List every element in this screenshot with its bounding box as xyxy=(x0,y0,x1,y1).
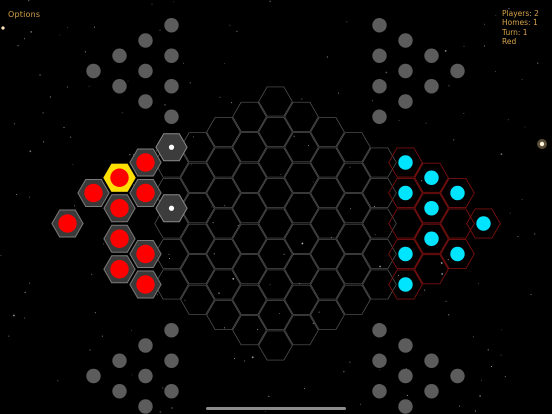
red-piece[interactable] xyxy=(84,183,103,203)
empty-home-slot[interactable] xyxy=(138,33,153,48)
game-board[interactable] xyxy=(0,0,552,414)
cyan-piece[interactable] xyxy=(476,216,491,231)
empty-home-slot[interactable] xyxy=(112,79,127,94)
empty-home-slot[interactable] xyxy=(164,109,179,124)
empty-home-slot[interactable] xyxy=(398,399,413,414)
homes-count: Homes: 1 xyxy=(502,18,538,28)
inactive-homes xyxy=(86,18,465,414)
empty-home-slot[interactable] xyxy=(138,63,153,79)
empty-home-slot[interactable] xyxy=(164,79,179,94)
empty-home-slot[interactable] xyxy=(398,63,413,79)
empty-home-slot[interactable] xyxy=(424,79,439,94)
empty-home-slot[interactable] xyxy=(138,94,153,109)
empty-home-slot[interactable] xyxy=(372,109,387,124)
empty-home-slot[interactable] xyxy=(164,48,179,63)
empty-home-slot[interactable] xyxy=(112,48,127,63)
red-piece[interactable] xyxy=(110,199,129,218)
empty-home-slot[interactable] xyxy=(372,18,387,33)
cyan-piece[interactable] xyxy=(398,185,413,201)
options-button[interactable]: Options xyxy=(8,10,40,19)
red-piece[interactable] xyxy=(136,183,155,203)
move-target-dot[interactable] xyxy=(168,205,175,211)
empty-home-slot[interactable] xyxy=(372,384,387,399)
empty-home-slot[interactable] xyxy=(112,384,127,399)
move-target-dot[interactable] xyxy=(168,144,175,150)
empty-home-slot[interactable] xyxy=(138,399,153,414)
empty-home-slot[interactable] xyxy=(138,338,153,353)
hex-grid xyxy=(154,86,397,361)
red-piece[interactable] xyxy=(136,244,155,264)
empty-home-slot[interactable] xyxy=(372,48,387,63)
red-piece[interactable] xyxy=(58,214,77,233)
empty-home-slot[interactable] xyxy=(398,368,413,384)
cyan-piece[interactable] xyxy=(424,231,439,246)
empty-home-slot[interactable] xyxy=(112,353,127,368)
empty-home-slot[interactable] xyxy=(164,323,179,338)
game-status-panel: Players: 2 Homes: 1 Turn: 1 Red xyxy=(502,9,539,46)
empty-home-slot[interactable] xyxy=(86,368,101,384)
empty-home-slot[interactable] xyxy=(86,63,101,79)
cyan-piece[interactable] xyxy=(424,170,439,185)
empty-home-slot[interactable] xyxy=(372,323,387,338)
empty-home-slot[interactable] xyxy=(398,33,413,48)
red-piece[interactable] xyxy=(110,229,129,248)
empty-home-slot[interactable] xyxy=(424,384,439,399)
red-piece[interactable] xyxy=(136,153,155,172)
players-count: Players: 2 xyxy=(502,9,539,18)
empty-home-slot[interactable] xyxy=(450,63,465,79)
cyan-piece[interactable] xyxy=(450,185,465,201)
cyan-piece[interactable] xyxy=(424,201,439,216)
empty-home-slot[interactable] xyxy=(138,368,153,384)
empty-home-slot[interactable] xyxy=(164,18,179,33)
empty-home-slot[interactable] xyxy=(450,368,465,384)
empty-home-slot[interactable] xyxy=(424,48,439,63)
current-player: Red xyxy=(502,36,517,46)
red-piece[interactable] xyxy=(110,260,129,279)
empty-home-slot[interactable] xyxy=(164,384,179,399)
red-piece[interactable] xyxy=(136,275,155,294)
cyan-piece[interactable] xyxy=(450,246,465,262)
empty-home-slot[interactable] xyxy=(398,94,413,109)
empty-home-slot[interactable] xyxy=(164,353,179,368)
red-piece[interactable] xyxy=(110,168,129,187)
empty-home-slot[interactable] xyxy=(372,79,387,94)
cyan-piece[interactable] xyxy=(398,155,413,170)
red-home xyxy=(51,148,162,299)
turn-number: Turn: 1 xyxy=(502,27,528,37)
cyan-piece[interactable] xyxy=(398,246,413,262)
move-targets xyxy=(155,133,188,223)
cyan-piece[interactable] xyxy=(398,277,413,292)
cyan-home xyxy=(388,147,501,300)
empty-home-slot[interactable] xyxy=(398,338,413,353)
home-indicator-bar xyxy=(206,407,346,410)
empty-home-slot[interactable] xyxy=(372,353,387,368)
empty-home-slot[interactable] xyxy=(424,353,439,368)
